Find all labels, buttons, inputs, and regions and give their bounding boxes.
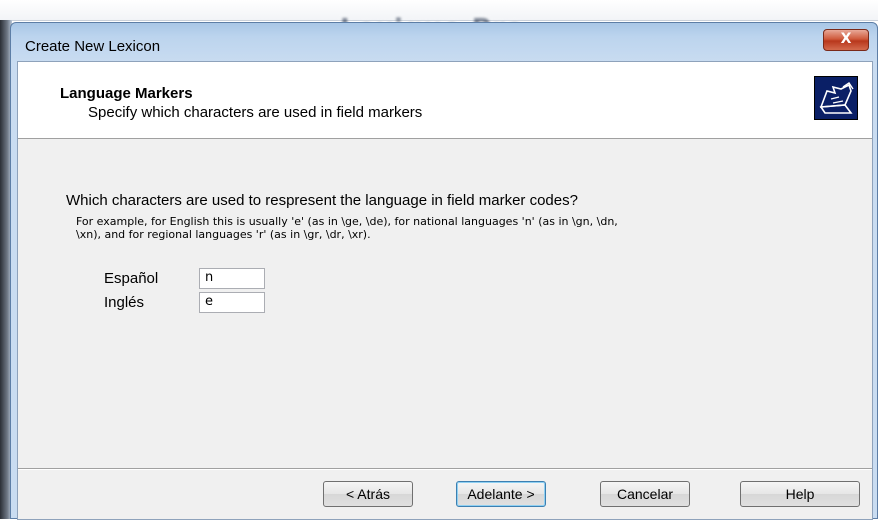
close-button[interactable]: X: [823, 29, 869, 51]
example-line-1: For example, for English this is usually…: [76, 215, 618, 228]
dialog-client-area: Language Markers Specify which character…: [17, 61, 873, 520]
close-icon: X: [840, 31, 852, 47]
marker-field-ingles[interactable]: e: [199, 292, 265, 313]
next-button[interactable]: Adelante >: [456, 481, 546, 507]
example-line-2: \xn), and for regional languages 'r' (as…: [76, 228, 371, 241]
page-title: Language Markers: [60, 85, 193, 102]
language-label-ingles: Inglés: [104, 294, 145, 311]
wizard-folder-icon: [814, 76, 858, 120]
wizard-header: Language Markers Specify which character…: [18, 62, 872, 139]
help-button[interactable]: Help: [740, 481, 860, 507]
window-title: Create New Lexicon: [25, 38, 161, 55]
language-label-espanol: Español: [104, 270, 159, 287]
example-text: For example, for English this is usually…: [76, 215, 806, 241]
marker-field-espanol[interactable]: n: [199, 268, 265, 289]
cancel-button[interactable]: Cancelar: [600, 481, 690, 507]
page-subtitle: Specify which characters are used in fie…: [88, 104, 423, 121]
back-button[interactable]: < Atrás: [323, 481, 413, 507]
question-text: Which characters are used to respresent …: [66, 192, 578, 209]
footer-divider: [18, 468, 872, 470]
title-bar[interactable]: Create New Lexicon X: [11, 23, 877, 61]
dialog-window: Create New Lexicon X Language Markers Sp…: [10, 22, 878, 520]
